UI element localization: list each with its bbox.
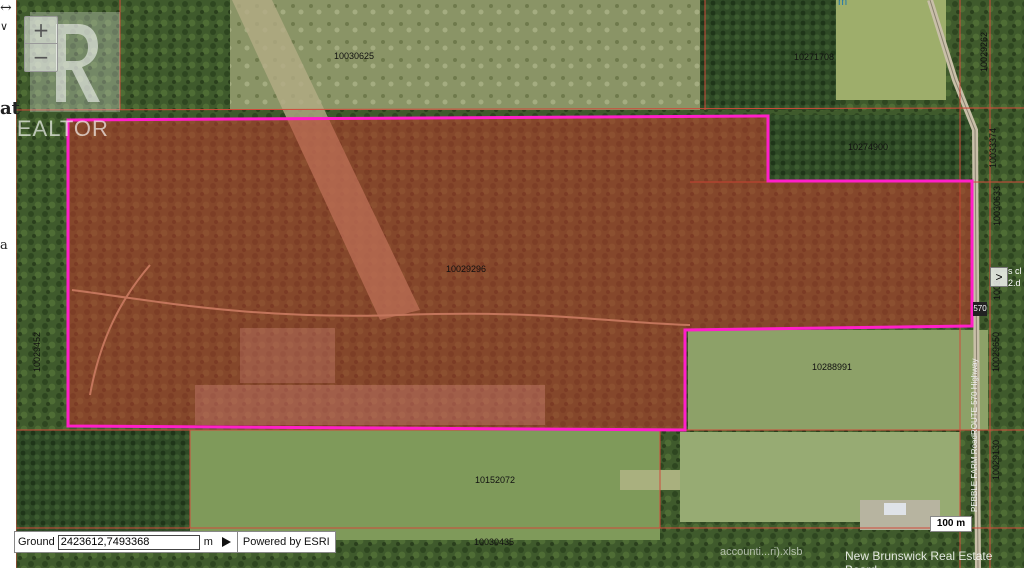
road-label-route-570: ROUTE 570 Highway bbox=[970, 359, 979, 435]
realtor-wordmark: REALTOR bbox=[0, 116, 109, 141]
lot-label-10029130: 10029130 bbox=[991, 440, 1001, 480]
lot-label-10029650: 10029650 bbox=[991, 332, 1001, 372]
aerial-map[interactable]: 10030625 10271708 10274900 10029296 1028… bbox=[0, 0, 1024, 568]
lot-label-10030625: 10030625 bbox=[334, 51, 374, 61]
coordinate-bar: Ground m Powered by ESRI bbox=[14, 531, 336, 553]
lot-label-10030633: 10030633 bbox=[992, 186, 1002, 226]
resize-glyph: ↔ bbox=[0, 0, 12, 16]
scale-bar: 100 m bbox=[930, 516, 972, 532]
background-file-text: accounti...ri).xlsb bbox=[720, 546, 803, 558]
lot-label-10029296: 10029296 bbox=[446, 264, 486, 274]
powered-by-esri: Powered by ESRI bbox=[236, 532, 335, 552]
page-text-fragment-a: a bbox=[0, 238, 8, 253]
lot-label-10271708: 10271708 bbox=[794, 52, 834, 62]
route-marker: 570 bbox=[973, 302, 987, 316]
ground-label: Ground bbox=[18, 536, 55, 548]
right-edge-text: s cl 2.d bbox=[1008, 266, 1022, 288]
zoom-out-button[interactable]: − bbox=[25, 43, 57, 70]
coordinate-unit: m bbox=[203, 536, 213, 548]
zoom-in-button[interactable]: + bbox=[25, 17, 57, 43]
lot-label-10029262: 10029262 bbox=[979, 32, 989, 72]
lot-label-10030435: 10030435 bbox=[474, 537, 514, 547]
page-left-strip: ↔ ∨ at a bbox=[0, 0, 20, 568]
zoom-control: + − bbox=[24, 16, 58, 72]
lot-label-10152072: 10152072 bbox=[475, 475, 515, 485]
top-unit-label: m bbox=[838, 0, 848, 8]
coordinate-input[interactable] bbox=[57, 534, 200, 550]
go-arrow-icon[interactable] bbox=[219, 535, 233, 549]
road-label-pebble-farm: PEBBLE FARM Road bbox=[970, 435, 979, 512]
lot-label-10029452: 10029452 bbox=[32, 332, 42, 372]
lot-label-10288991: 10288991 bbox=[812, 362, 852, 372]
chevron-down-icon[interactable]: ∨ bbox=[0, 20, 8, 33]
board-watermark: New Brunswick Real Estate Board bbox=[845, 549, 993, 577]
lot-label-10274900: 10274900 bbox=[848, 142, 888, 152]
side-panel-toggle[interactable]: > bbox=[990, 267, 1008, 287]
lot-label-10033374: 10033374 bbox=[988, 128, 998, 168]
